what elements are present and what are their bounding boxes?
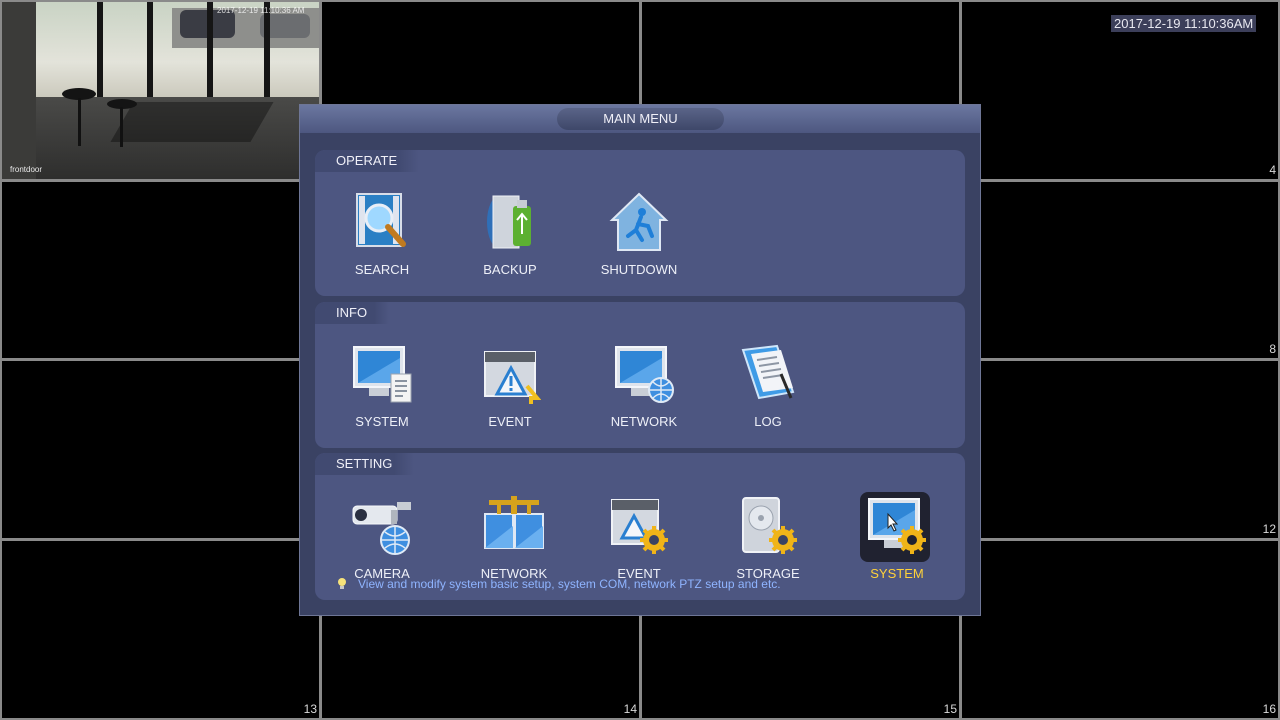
menu-item-info-network[interactable]: NETWORK: [599, 344, 689, 434]
feed-stool-leg: [78, 98, 81, 146]
section-operate: OPERATE SEARCH BACKUP SHUTDOWN: [315, 150, 965, 296]
feed-window-frame: [264, 2, 270, 102]
section-info: INFO SYSTEM EVENT NETWORK LOG: [315, 302, 965, 448]
channel-number: 13: [303, 702, 317, 716]
menu-item-info-event[interactable]: EVENT: [465, 344, 555, 434]
channel-number: 12: [1262, 522, 1276, 536]
menu-item-label: SYSTEM: [870, 566, 924, 581]
menu-item-shutdown[interactable]: SHUTDOWN: [594, 192, 684, 282]
menu-item-label: BACKUP: [483, 262, 537, 277]
feed-window-frame: [207, 2, 213, 102]
event-setting-icon: [611, 499, 668, 554]
system-timestamp: 2017-12-19 11:10:36AM: [1111, 15, 1257, 32]
menu-item-label: SHUTDOWN: [600, 262, 678, 277]
menu-item-search[interactable]: SEARCH: [337, 192, 427, 282]
dialog-title: MAIN MENU: [557, 108, 724, 130]
log-icon: [741, 344, 795, 400]
main-menu-dialog: MAIN MENU OPERATE SEARCH BACKUP SHUTDOWN…: [299, 104, 981, 616]
channel-number: 16: [1262, 702, 1276, 716]
menu-item-label: LOG: [754, 414, 782, 429]
channel-number: 15: [943, 702, 957, 716]
dialog-header[interactable]: MAIN MENU: [300, 105, 980, 133]
section-label: OPERATE: [315, 150, 420, 172]
feed-overlay-time: 2017-12-19 11:10:36 AM: [217, 6, 305, 15]
menu-item-storage[interactable]: STORAGE: [723, 496, 813, 586]
feed-wall: [2, 2, 36, 179]
feed-shadow: [110, 102, 274, 142]
menu-item-info-system[interactable]: SYSTEM: [337, 344, 427, 434]
channel-number: 4: [1269, 163, 1276, 177]
channel-16-view[interactable]: 16: [962, 541, 1278, 718]
channel-number: 8: [1269, 342, 1276, 356]
channel-9-view[interactable]: [2, 361, 319, 538]
menu-item-system-setting[interactable]: SYSTEM: [852, 492, 942, 586]
lightbulb-icon: [338, 578, 346, 589]
section-label: INFO: [315, 302, 390, 324]
feed-window-frame: [97, 2, 103, 102]
channel-number: 14: [623, 702, 637, 716]
search-icon: [356, 193, 406, 247]
channel-13-view[interactable]: 13: [2, 541, 319, 718]
camera-icon: [352, 502, 411, 555]
menu-item-label: EVENT: [488, 414, 532, 429]
feed-stool-leg: [120, 107, 123, 147]
channel-12-view[interactable]: 12: [962, 361, 1278, 538]
event-info-icon: [484, 351, 541, 404]
feed-window-frame: [147, 2, 153, 102]
menu-item-label: SYSTEM: [355, 414, 409, 429]
camera-feed-frontdoor[interactable]: 2017-12-19 11:10:36 AM frontdoor: [2, 2, 319, 179]
menu-item-camera[interactable]: CAMERA: [337, 496, 427, 586]
channel-8-view[interactable]: 8: [962, 182, 1278, 358]
feed-channel-label: frontdoor: [10, 165, 43, 174]
network-info-icon: [615, 346, 674, 403]
network-setting-icon: [484, 496, 544, 549]
hint-text: View and modify system basic setup, syst…: [358, 577, 781, 591]
section-label: SETTING: [315, 453, 415, 475]
menu-item-event-setting[interactable]: EVENT: [594, 496, 684, 586]
menu-item-network-setting[interactable]: NETWORK: [469, 496, 559, 586]
storage-icon: [742, 497, 797, 554]
system-info-icon: [353, 346, 412, 403]
channel-5-view[interactable]: [2, 182, 319, 358]
menu-item-label: NETWORK: [610, 414, 678, 429]
menu-item-label: SEARCH: [354, 262, 410, 277]
menu-item-log[interactable]: LOG: [723, 344, 813, 434]
shutdown-icon: [609, 192, 669, 251]
menu-item-backup[interactable]: BACKUP: [465, 192, 555, 282]
backup-icon: [487, 195, 531, 249]
system-setting-icon: [868, 498, 926, 554]
